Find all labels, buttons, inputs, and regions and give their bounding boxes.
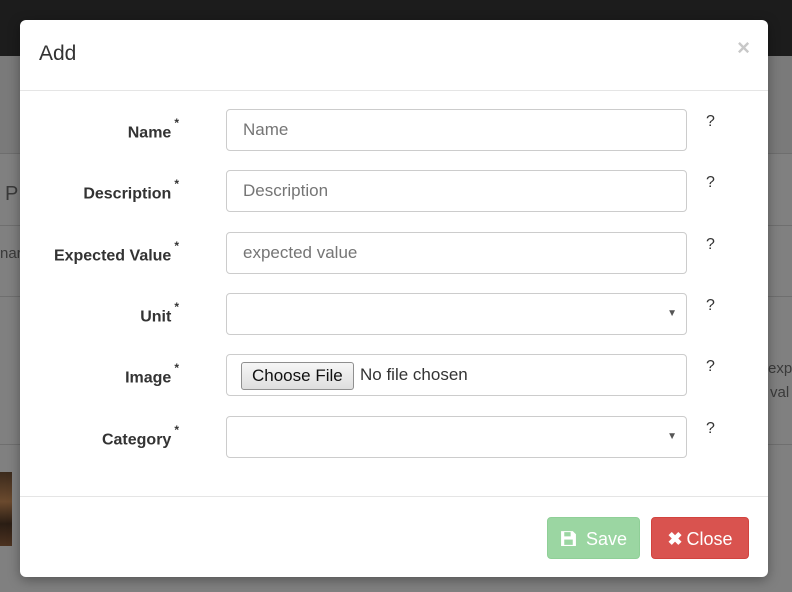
help-icon[interactable]: ? xyxy=(706,358,715,376)
help-icon[interactable]: ? xyxy=(706,113,715,131)
help-icon[interactable]: ? xyxy=(706,174,715,192)
form-row-name: Name* ? xyxy=(20,109,768,151)
required-marker: * xyxy=(174,239,179,253)
category-select[interactable]: ▼ xyxy=(226,416,687,458)
category-label: Category* xyxy=(101,423,179,449)
form-row-image: Image* Choose File No file chosen ? xyxy=(20,354,768,396)
unit-label-text: Unit xyxy=(140,308,172,326)
modal-header: Add × xyxy=(20,20,768,91)
close-icon[interactable]: × xyxy=(737,37,750,59)
description-label-text: Description xyxy=(83,185,172,203)
expected-value-label: Expected Value* xyxy=(53,239,179,265)
modal-footer: Save ✖ Close xyxy=(20,496,768,577)
form-row-expected-value: Expected Value* ? xyxy=(20,232,768,274)
unit-select[interactable]: ▼ xyxy=(226,293,687,335)
description-input[interactable] xyxy=(226,170,687,212)
required-marker: * xyxy=(174,177,179,191)
name-input[interactable] xyxy=(226,109,687,151)
image-label-text: Image xyxy=(125,369,172,387)
floppy-disk-icon xyxy=(560,529,582,549)
expected-value-input[interactable] xyxy=(226,232,687,274)
category-label-text: Category xyxy=(101,431,172,449)
save-button[interactable]: Save xyxy=(547,517,640,559)
close-button[interactable]: ✖ Close xyxy=(651,517,749,559)
form-row-unit: Unit* ▼ ? xyxy=(20,293,768,335)
close-x-icon: ✖ xyxy=(667,529,683,549)
file-status-text: No file chosen xyxy=(360,365,468,384)
modal-title: Add xyxy=(39,42,77,65)
close-button-label: Close xyxy=(686,529,733,549)
help-icon[interactable]: ? xyxy=(706,420,715,438)
background-text-fragment: expe xyxy=(768,360,792,377)
required-marker: * xyxy=(174,361,179,375)
name-label-text: Name xyxy=(127,124,172,142)
dropdown-arrow-icon: ▼ xyxy=(667,431,677,442)
help-icon[interactable]: ? xyxy=(706,297,715,315)
required-marker: * xyxy=(174,116,179,130)
background-thumbnail-image xyxy=(0,472,12,546)
background-text-fragment: nar xyxy=(0,245,22,262)
description-label: Description* xyxy=(83,177,179,203)
form-row-description: Description* ? xyxy=(20,170,768,212)
expected-value-label-text: Expected Value xyxy=(53,247,172,265)
unit-label: Unit* xyxy=(140,300,179,326)
help-icon[interactable]: ? xyxy=(706,236,715,254)
background-title-fragment: P xyxy=(5,183,19,205)
choose-file-button[interactable]: Choose File xyxy=(241,362,354,390)
name-label: Name* xyxy=(127,116,179,142)
image-file-input: Choose File No file chosen xyxy=(226,354,687,396)
required-marker: * xyxy=(174,423,179,437)
add-modal: Add × Name* ? Description* ? Expected Va… xyxy=(20,20,768,577)
dropdown-arrow-icon: ▼ xyxy=(667,308,677,319)
required-marker: * xyxy=(174,300,179,314)
image-label: Image* xyxy=(125,361,179,387)
form-row-category: Category* ▼ ? xyxy=(20,416,768,458)
background-text-fragment: val xyxy=(770,384,790,401)
save-button-label: Save xyxy=(585,529,628,549)
